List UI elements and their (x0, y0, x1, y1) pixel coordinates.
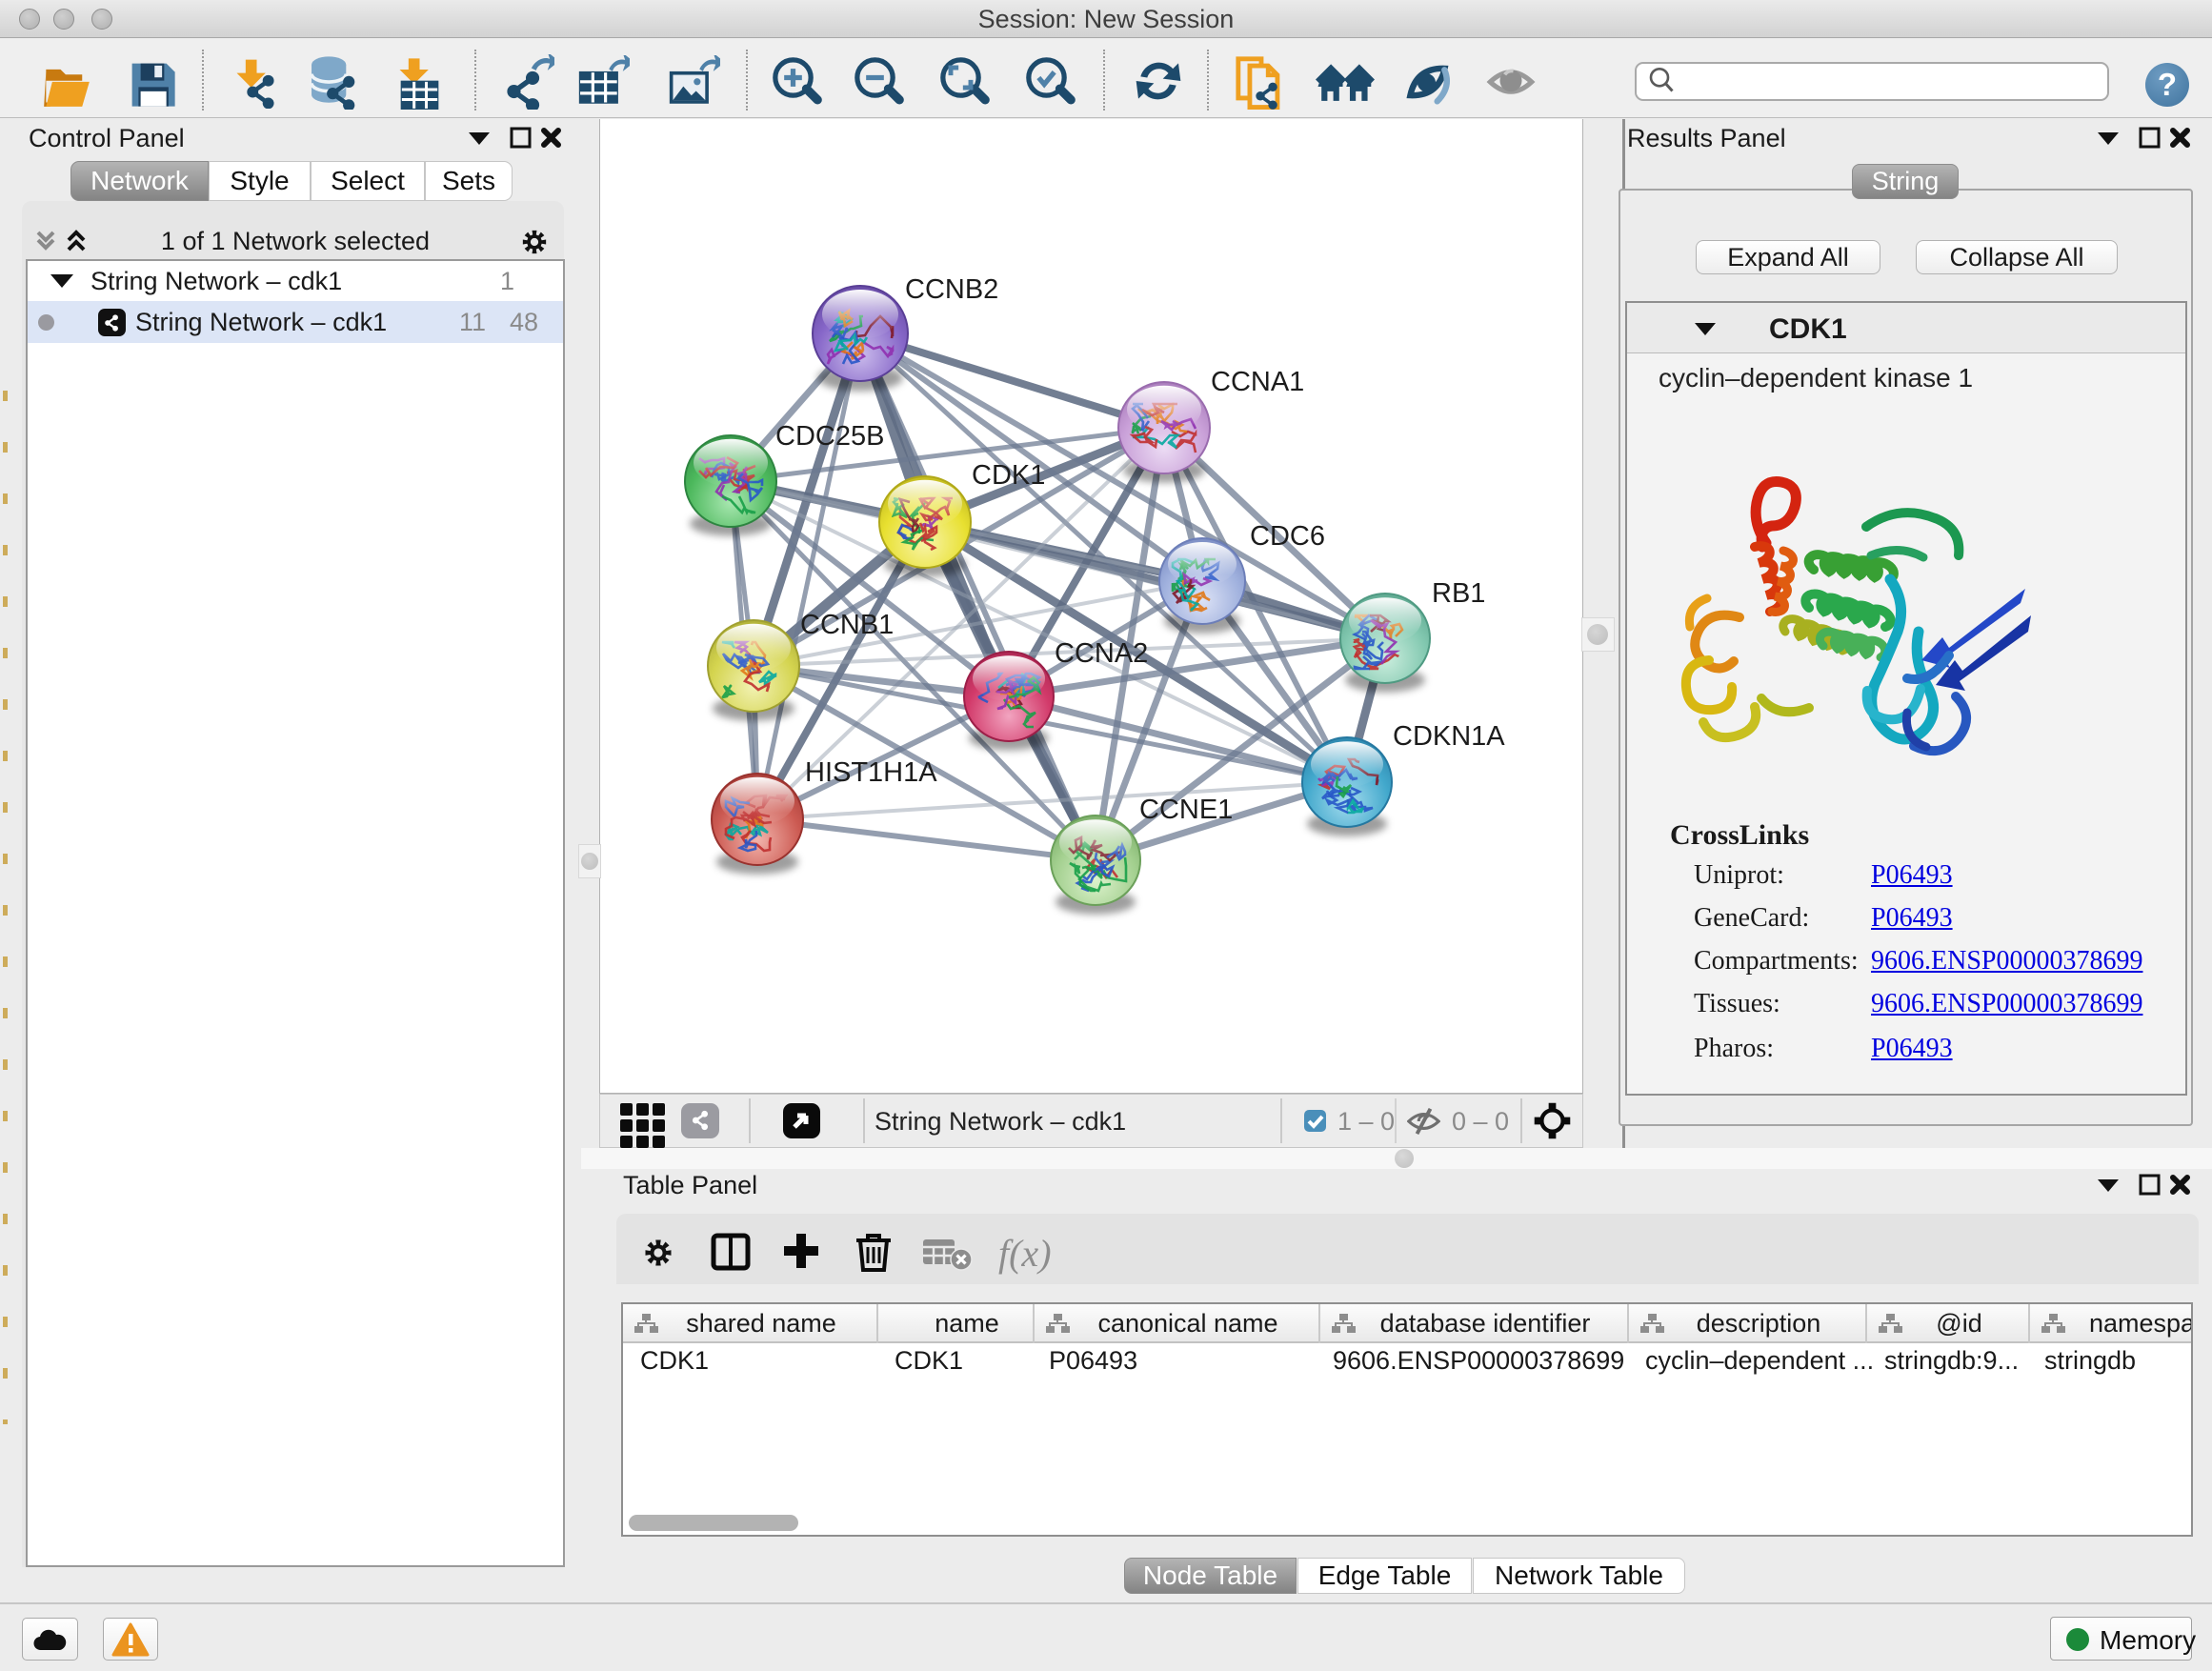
svg-text:CCNA2: CCNA2 (1055, 638, 1148, 669)
svg-text:CCNA1: CCNA1 (1211, 367, 1304, 397)
svg-text:CDC6: CDC6 (1250, 521, 1325, 552)
svg-text:HIST1H1A: HIST1H1A (805, 757, 937, 788)
svg-text:RB1: RB1 (1432, 578, 1485, 609)
svg-text:CDC25B: CDC25B (775, 421, 884, 452)
svg-text:CCNE1: CCNE1 (1139, 795, 1233, 825)
svg-text:CDK1: CDK1 (972, 460, 1045, 491)
svg-text:CCNB1: CCNB1 (800, 610, 894, 640)
svg-text:CDKN1A: CDKN1A (1393, 721, 1505, 752)
svg-text:CCNB2: CCNB2 (905, 274, 998, 305)
